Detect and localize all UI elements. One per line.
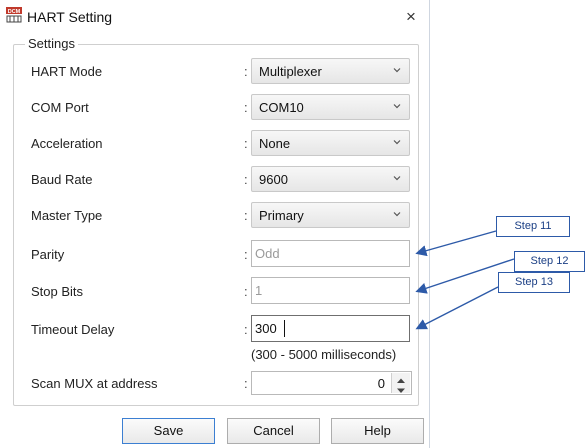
step11-arrow bbox=[415, 230, 497, 257]
step13-callout: Step 13 bbox=[498, 272, 570, 293]
step12-callout: Step 12 bbox=[514, 251, 585, 272]
step13-arrow bbox=[415, 286, 499, 330]
step11-callout: Step 11 bbox=[496, 216, 570, 237]
